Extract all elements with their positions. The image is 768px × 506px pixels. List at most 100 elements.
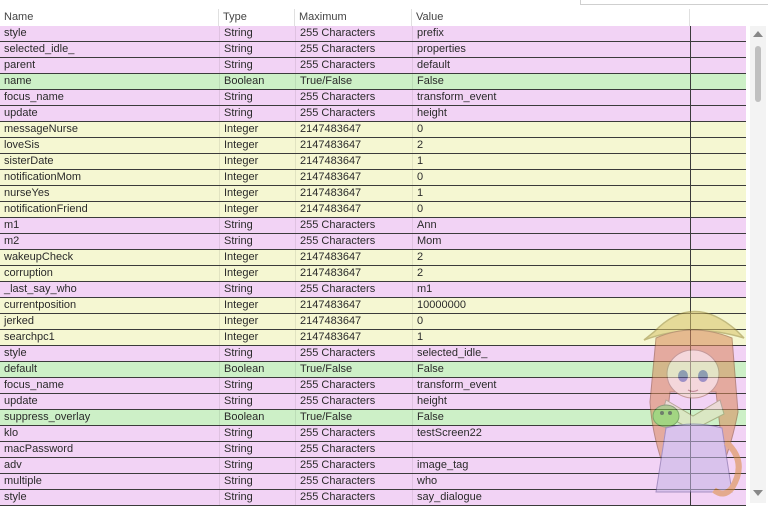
row-value-cell[interactable]: 1: [412, 330, 690, 345]
scrollbar-thumb[interactable]: [755, 46, 761, 102]
table-row[interactable]: focus_name String 255 Characters transform_…: [0, 90, 746, 106]
row-value-cell[interactable]: properties: [412, 42, 690, 57]
table-row[interactable]: currentposition Integer 2147483647 10000000: [0, 298, 746, 314]
row-type-cell: String: [219, 378, 295, 393]
table-row[interactable]: focus_name String 255 Characters transform_…: [0, 378, 746, 394]
row-value-cell[interactable]: default: [412, 58, 690, 73]
table-row[interactable]: multiple String 255 Characters who: [0, 474, 746, 490]
table-row[interactable]: loveSis Integer 2147483647 2: [0, 138, 746, 154]
row-type-cell: String: [219, 474, 295, 489]
column-header-maximum[interactable]: Maximum: [295, 9, 412, 26]
row-value-cell[interactable]: False: [412, 362, 690, 377]
table-row[interactable]: klo String 255 Characters testScreen22: [0, 426, 746, 442]
table-row[interactable]: searchpc1 Integer 2147483647 1: [0, 330, 746, 346]
triangle-up-icon[interactable]: [753, 31, 763, 37]
row-type-cell: Integer: [219, 170, 295, 185]
row-name-cell: notificationFriend: [4, 203, 88, 215]
row-name-cell: m1: [4, 219, 20, 231]
table-row[interactable]: m2 String 255 Characters Mom: [0, 234, 746, 250]
row-value-cell[interactable]: 0: [412, 122, 690, 137]
table-row[interactable]: sisterDate Integer 2147483647 1: [0, 154, 746, 170]
row-value-cell[interactable]: Ann: [412, 218, 690, 233]
table-row[interactable]: corruption Integer 2147483647 2: [0, 266, 746, 282]
row-value-cell[interactable]: False: [412, 410, 690, 425]
row-value-cell[interactable]: prefix: [412, 26, 690, 41]
row-name-cell: update: [4, 107, 38, 119]
table-row[interactable]: adv String 255 Characters image_tag: [0, 458, 746, 474]
table-row[interactable]: style String 255 Characters say_dialogue: [0, 490, 746, 506]
triangle-down-icon[interactable]: [753, 490, 763, 496]
row-maximum-cell: 2147483647: [295, 122, 412, 137]
row-extra-cell: [690, 250, 746, 265]
column-header-value[interactable]: Value: [412, 9, 690, 26]
row-type-cell: String: [219, 42, 295, 57]
table-row[interactable]: messageNurse Integer 2147483647 0: [0, 122, 746, 138]
row-value-cell[interactable]: 0: [412, 170, 690, 185]
row-value-cell[interactable]: 0: [412, 202, 690, 217]
row-maximum-cell: 2147483647: [295, 330, 412, 345]
row-type-cell: Boolean: [219, 362, 295, 377]
row-type-cell: Boolean: [219, 410, 295, 425]
column-header-extra: [690, 9, 746, 26]
table-row[interactable]: suppress_overlay Boolean True/False False: [0, 410, 746, 426]
table-row[interactable]: nurseYes Integer 2147483647 1: [0, 186, 746, 202]
row-name-cell: messageNurse: [4, 123, 78, 135]
row-value-cell[interactable]: height: [412, 106, 690, 121]
row-value-cell[interactable]: 2: [412, 266, 690, 281]
table-row[interactable]: style String 255 Characters prefix: [0, 26, 746, 42]
table-row[interactable]: selected_idle_ String 255 Characters proper…: [0, 42, 746, 58]
row-value-cell[interactable]: 2: [412, 250, 690, 265]
table-row[interactable]: wakeupCheck Integer 2147483647 2: [0, 250, 746, 266]
table-row[interactable]: _last_say_who String 255 Characters m1: [0, 282, 746, 298]
vertical-scrollbar[interactable]: [750, 26, 766, 503]
row-name-cell: multiple: [4, 475, 42, 487]
table-row[interactable]: update String 255 Characters height: [0, 394, 746, 410]
row-value-cell[interactable]: height: [412, 394, 690, 409]
row-value-cell[interactable]: 10000000: [412, 298, 690, 313]
table-row[interactable]: name Boolean True/False False: [0, 74, 746, 90]
row-type-cell: String: [219, 346, 295, 361]
row-value-cell[interactable]: image_tag: [412, 458, 690, 473]
row-value-cell[interactable]: 0: [412, 314, 690, 329]
row-type-cell: Integer: [219, 266, 295, 281]
table-row[interactable]: macPassword String 255 Characters: [0, 442, 746, 458]
row-extra-cell: [690, 362, 746, 377]
row-maximum-cell: 2147483647: [295, 138, 412, 153]
row-type-cell: String: [219, 458, 295, 473]
row-extra-cell: [690, 394, 746, 409]
row-type-cell: Integer: [219, 202, 295, 217]
row-extra-cell: [690, 330, 746, 345]
row-value-cell[interactable]: m1: [412, 282, 690, 297]
row-maximum-cell: 255 Characters: [295, 58, 412, 73]
table-row[interactable]: notificationFriend Integer 2147483647 0: [0, 202, 746, 218]
row-name-cell: wakeupCheck: [4, 251, 74, 263]
table-row[interactable]: update String 255 Characters height: [0, 106, 746, 122]
row-maximum-cell: 255 Characters: [295, 106, 412, 121]
row-value-cell[interactable]: False: [412, 74, 690, 89]
row-value-cell[interactable]: 1: [412, 186, 690, 201]
row-extra-cell: [690, 442, 746, 457]
row-value-cell[interactable]: 2: [412, 138, 690, 153]
row-value-cell[interactable]: transform_event: [412, 90, 690, 105]
row-value-cell[interactable]: transform_event: [412, 378, 690, 393]
row-value-cell[interactable]: [412, 442, 690, 457]
column-header-type[interactable]: Type: [219, 9, 295, 26]
table-row[interactable]: style String 255 Characters selected_idle_: [0, 346, 746, 362]
row-value-cell[interactable]: testScreen22: [412, 426, 690, 441]
row-value-cell[interactable]: who: [412, 474, 690, 489]
row-type-cell: String: [219, 282, 295, 297]
row-extra-cell: [690, 154, 746, 169]
table-row[interactable]: m1 String 255 Characters Ann: [0, 218, 746, 234]
row-maximum-cell: 2147483647: [295, 314, 412, 329]
row-maximum-cell: 255 Characters: [295, 474, 412, 489]
table-row[interactable]: jerked Integer 2147483647 0: [0, 314, 746, 330]
table-row[interactable]: notificationMom Integer 2147483647 0: [0, 170, 746, 186]
table-row[interactable]: parent String 255 Characters default: [0, 58, 746, 74]
column-header-name[interactable]: Name: [0, 9, 219, 26]
row-type-cell: String: [219, 218, 295, 233]
table-row[interactable]: default Boolean True/False False: [0, 362, 746, 378]
row-value-cell[interactable]: selected_idle_: [412, 346, 690, 361]
row-value-cell[interactable]: Mom: [412, 234, 690, 249]
row-value-cell[interactable]: 1: [412, 154, 690, 169]
row-name-cell: macPassword: [4, 443, 74, 455]
